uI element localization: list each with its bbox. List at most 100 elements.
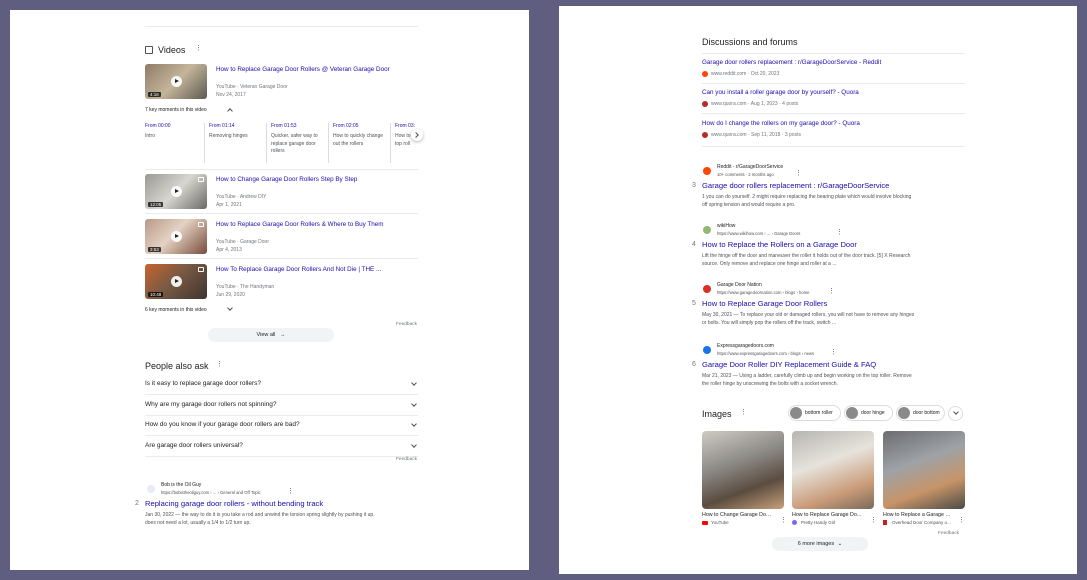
- key-moment-time: From 03:: [395, 123, 416, 129]
- discussion-meta: www.quora.com · Sep 11, 2018 · 3 posts: [711, 132, 801, 138]
- video-duration: 4:16: [148, 92, 161, 97]
- video-title-link[interactable]: How to Change Garage Door Rollers Step B…: [216, 176, 416, 183]
- site-favicon: [703, 226, 711, 234]
- paa-question[interactable]: How do you know if your garage door roll…: [145, 421, 418, 428]
- right-search-page: Discussions and forums Garage door rolle…: [559, 6, 1077, 574]
- video-title-link[interactable]: How To Replace Garage Door Rollers And N…: [216, 266, 416, 273]
- paa-question[interactable]: Why are my garage door rollers not spinn…: [145, 401, 418, 408]
- key-moment[interactable]: From 02:05 How to quickly change out the …: [328, 123, 390, 163]
- video-duration: 3:53: [148, 247, 161, 252]
- key-moments-toggle[interactable]: 7 key moments in this video: [145, 107, 207, 113]
- key-moment-text: How to quickly change out the rollers: [333, 133, 384, 147]
- chevron-down-icon: [953, 409, 959, 415]
- more-options-icon[interactable]: [870, 516, 877, 526]
- result-title-link[interactable]: Garage Door Roller DIY Replacement Guide…: [702, 360, 876, 369]
- site-favicon: [147, 485, 155, 493]
- discussion-link[interactable]: Garage door rollers replacement : r/Gara…: [702, 59, 962, 66]
- result-site-name: Reddit · r/GarageDoorService: [717, 164, 784, 170]
- video-thumbnail[interactable]: 10:48: [145, 264, 207, 299]
- video-title-link[interactable]: How to Replace Garage Door Rollers @ Vet…: [216, 66, 416, 73]
- more-options-icon[interactable]: [287, 487, 294, 497]
- key-moment[interactable]: From 00:00 Intro: [145, 123, 207, 141]
- image-caption[interactable]: How to Change Garage Door ...: [702, 512, 772, 518]
- result-number: 5: [692, 300, 696, 307]
- divider: [145, 435, 418, 436]
- more-options-icon[interactable]: [195, 44, 202, 54]
- result-url: https://www.garagedoornation.com › blogs…: [717, 290, 810, 295]
- more-options-icon[interactable]: [836, 228, 843, 238]
- video-thumbnail[interactable]: 3:53: [145, 219, 207, 254]
- more-options-icon[interactable]: [216, 360, 223, 370]
- more-options-icon[interactable]: [780, 516, 787, 526]
- image-filter-chip[interactable]: bottom roller: [788, 405, 841, 421]
- image-filter-chip[interactable]: door bottom: [896, 405, 945, 421]
- image-caption[interactable]: How to Replace Garage Do...: [792, 512, 862, 518]
- key-moments-toggle[interactable]: 6 key moments in this video: [145, 307, 207, 313]
- chevron-down-icon[interactable]: [227, 305, 233, 311]
- site-favicon: [792, 520, 797, 525]
- image-filter-chip[interactable]: door hinge: [844, 405, 893, 421]
- more-chips-button[interactable]: [948, 406, 963, 421]
- result-snippet: Lift the hinge off the door and maneuver…: [702, 252, 962, 268]
- feedback-link[interactable]: Feedback: [396, 322, 417, 327]
- divider: [145, 258, 418, 259]
- result-title-link[interactable]: Garage door rollers replacement : r/Gara…: [702, 181, 889, 190]
- divider: [145, 415, 418, 416]
- divider: [145, 169, 418, 170]
- image-result[interactable]: [702, 431, 784, 509]
- result-title-link[interactable]: How to Replace Garage Door Rollers: [702, 299, 827, 308]
- video-thumbnail[interactable]: 4:16: [145, 64, 207, 99]
- result-snippet: 1 you can do yourself. 2 might require r…: [702, 193, 962, 209]
- paa-question[interactable]: Are garage door rollers universal?: [145, 442, 418, 449]
- chevron-up-icon[interactable]: [227, 108, 233, 114]
- more-options-icon[interactable]: [740, 408, 747, 418]
- image-result[interactable]: [792, 431, 874, 509]
- divider: [145, 26, 418, 27]
- video-channel: YouTube · The Handyman: [216, 284, 275, 290]
- discussion-link[interactable]: How do I change the rollers on my garage…: [702, 120, 962, 127]
- more-options-icon[interactable]: [830, 348, 837, 358]
- snippet-line: the roller hinge by unscrewing the bolts…: [702, 381, 838, 387]
- chip-label: bottom roller: [805, 410, 833, 416]
- feedback-link[interactable]: Feedback: [938, 531, 959, 536]
- chip-thumbnail: [846, 407, 858, 419]
- play-icon: [171, 76, 182, 87]
- images-title: Images: [702, 409, 732, 419]
- scroll-right-button[interactable]: [411, 129, 423, 141]
- chip-label: door bottom: [913, 410, 940, 416]
- reddit-icon: [702, 71, 708, 77]
- chevron-down-icon: ⌄: [837, 541, 843, 547]
- discussion-link[interactable]: Can you install a roller garage door by …: [702, 89, 962, 96]
- paa-question-text: Is it easy to replace garage door roller…: [145, 380, 261, 387]
- key-moment-time: From 02:05: [333, 123, 359, 129]
- view-all-button[interactable]: View all →: [208, 328, 334, 342]
- more-images-button[interactable]: 6 more images ⌄: [772, 537, 868, 551]
- more-options-icon[interactable]: [795, 169, 802, 179]
- discussion-meta: www.quora.com · Aug 1, 2023 · 4 posts: [711, 101, 799, 107]
- video-thumbnail[interactable]: 12:05: [145, 174, 207, 209]
- image-source: Overhead Door Company o...: [892, 520, 951, 525]
- videos-title: Videos: [158, 45, 186, 55]
- key-moment-text: Removing hinges: [209, 133, 248, 139]
- image-source: YouTube: [711, 520, 729, 525]
- video-date: Apr 4, 2013: [216, 247, 242, 253]
- key-moment[interactable]: From 01:14 Removing hinges: [204, 123, 266, 163]
- image-caption[interactable]: How to Replace a Garage D...: [883, 512, 953, 518]
- result-title-link[interactable]: How to Replace the Rollers on a Garage D…: [702, 240, 857, 249]
- captions-icon: [198, 222, 204, 227]
- result-title-link[interactable]: Replacing garage door rollers - without …: [145, 499, 323, 508]
- image-source: Pretty Handy Girl: [801, 520, 836, 525]
- video-date: Jun 29, 2020: [216, 292, 245, 298]
- site-favicon: [703, 285, 711, 293]
- chip-thumbnail: [898, 407, 910, 419]
- more-options-icon[interactable]: [958, 516, 965, 526]
- snippet-line: May 30, 2021 — To replace your old or da…: [702, 312, 915, 318]
- result-snippet: Mar 21, 2023 — Using a ladder, carefully…: [702, 372, 962, 388]
- feedback-link[interactable]: Feedback: [396, 457, 417, 462]
- video-title-link[interactable]: How to Replace Garage Door Rollers & Whe…: [216, 221, 416, 228]
- key-moment-time: From 01:53: [271, 123, 297, 129]
- image-result[interactable]: [883, 431, 965, 509]
- key-moment[interactable]: From 01:53 Quicker, safer way to replace …: [266, 123, 328, 163]
- paa-question[interactable]: Is it easy to replace garage door roller…: [145, 380, 418, 387]
- more-options-icon[interactable]: [828, 287, 835, 297]
